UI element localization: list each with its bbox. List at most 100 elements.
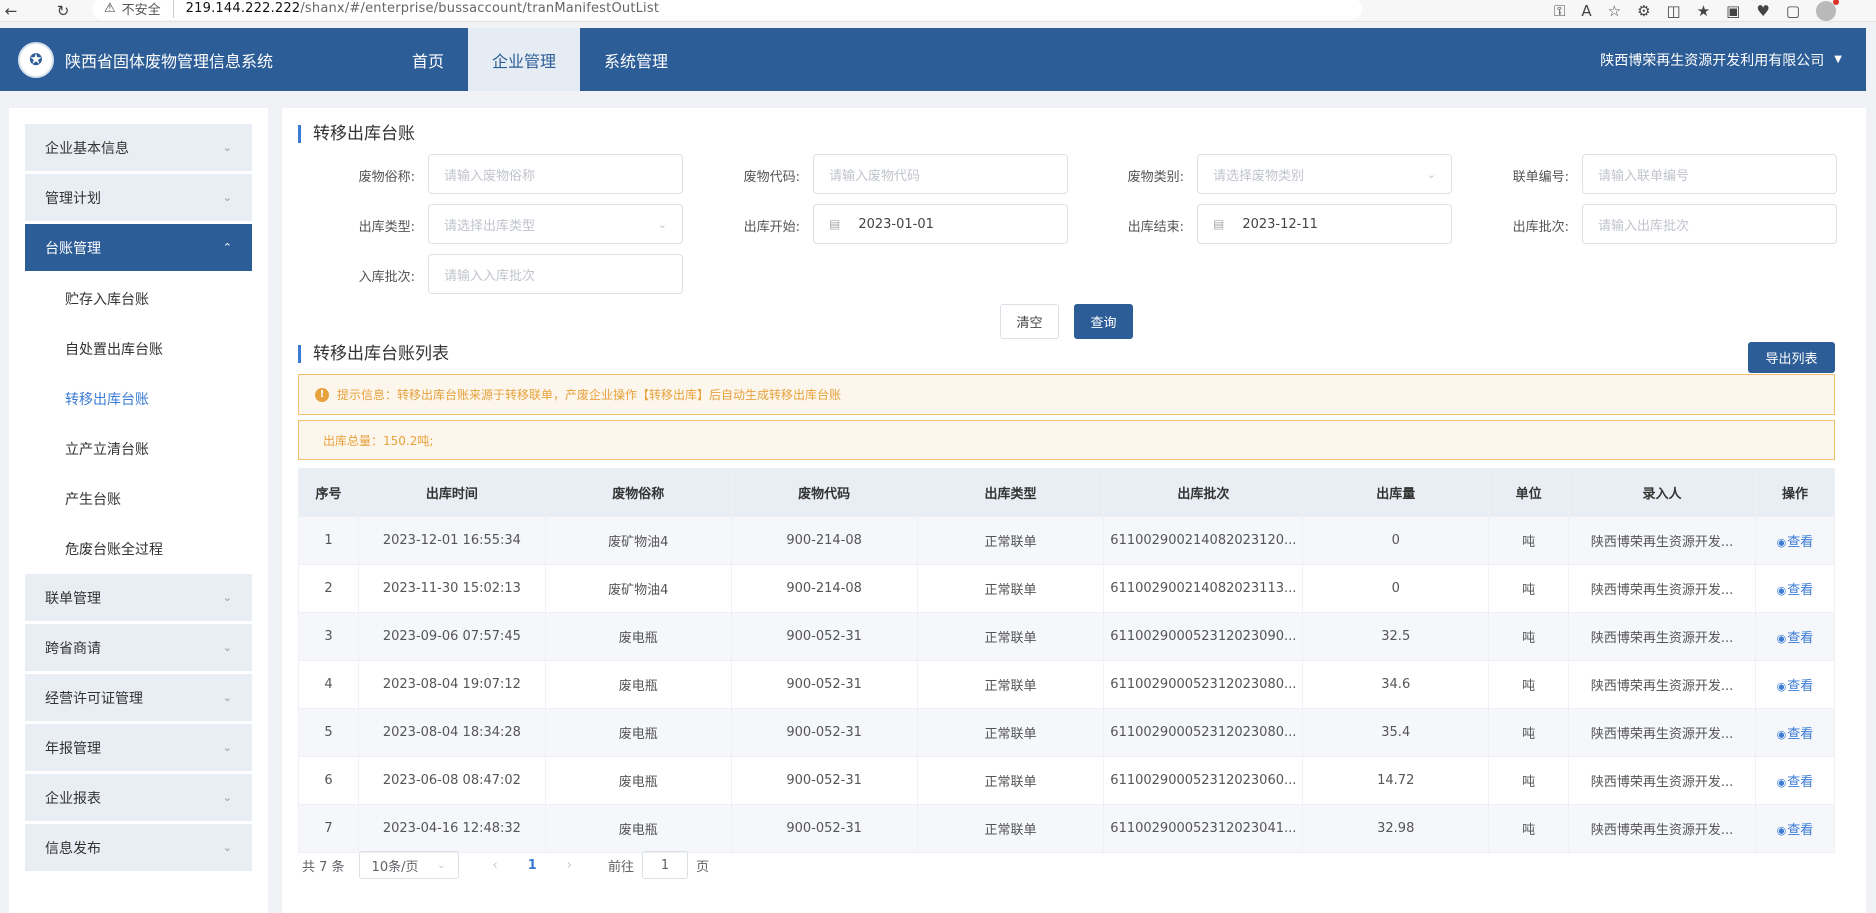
cell-index: 3: [298, 612, 359, 661]
cell-out-type: 正常联单: [916, 516, 1105, 565]
calendar-icon: ▤: [829, 217, 841, 231]
cell-entered-by: 陕西博荣再生资源开发...: [1568, 756, 1756, 805]
view-link[interactable]: ◉查看: [1777, 775, 1814, 790]
cell-out-time: 2023-04-16 12:48:32: [357, 804, 546, 853]
cell-out-amount: 14.72: [1302, 756, 1490, 805]
current-page[interactable]: 1: [528, 858, 537, 873]
sidebar-item-annual-report[interactable]: 年报管理 ⌄: [25, 724, 252, 771]
sidebar-subitem-self-disposal-out[interactable]: 自处置出库台账: [25, 324, 252, 374]
sidebar-item-label: 跨省商请: [45, 640, 101, 657]
cell-out-amount: 0: [1302, 564, 1490, 613]
export-button[interactable]: 导出列表: [1748, 342, 1835, 373]
nav-tab-home[interactable]: 首页: [388, 28, 468, 91]
sidebar-item-ledger[interactable]: 台账管理 ⌃: [25, 224, 252, 271]
sidebar-subitem-storage-in[interactable]: 贮存入库台账: [25, 274, 252, 324]
cell-waste-code: 900-052-31: [730, 708, 918, 757]
out-type-select[interactable]: 请选择出库类型 ⌄: [428, 204, 683, 244]
profile-avatar[interactable]: [1816, 0, 1839, 21]
url-host: 219.144.222.222: [185, 1, 301, 16]
out-start-value: 2023-01-01: [858, 216, 934, 232]
sidebar-item-enterprise-info[interactable]: 企业基本信息 ⌄: [25, 124, 252, 171]
waste-type-placeholder: 请选择废物类别: [1213, 168, 1305, 184]
view-link[interactable]: ◉查看: [1777, 583, 1814, 598]
view-link[interactable]: ◉查看: [1777, 679, 1814, 694]
in-batch-label: 入库批次:: [358, 270, 415, 285]
cell-entered-by: 陕西博荣再生资源开发...: [1568, 612, 1756, 661]
back-icon[interactable]: ←: [0, 1, 22, 21]
tip-text: 提示信息：转移出库台账来源于转移联单，产废企业操作【转移出库】后自动生成转移出库…: [337, 388, 842, 402]
sidebar-item-label: 企业基本信息: [45, 140, 129, 157]
sidebar-subitem-full-process[interactable]: 危废台账全过程: [25, 524, 252, 574]
address-bar[interactable]: ⚠ 不安全 219.144.222.222/shanx/#/enterprise…: [92, 0, 1362, 20]
prev-page-icon[interactable]: ‹: [493, 858, 498, 873]
manifest-no-input[interactable]: 请输入联单编号: [1582, 154, 1837, 194]
cell-waste-code: 900-052-31: [730, 756, 918, 805]
sidebar-subitem-produce-clear[interactable]: 立产立清台账: [25, 424, 252, 474]
read-aloud-icon[interactable]: A: [1581, 2, 1591, 20]
cell-waste-name: 废电瓶: [544, 804, 732, 853]
cell-waste-code: 900-214-08: [730, 516, 918, 565]
sidebar-subitem-generation[interactable]: 产生台账: [25, 474, 252, 524]
waste-code-label: 废物代码:: [743, 170, 800, 185]
sidebar-toggle-icon[interactable]: ▢: [1786, 2, 1800, 20]
favorites-icon[interactable]: ★: [1697, 2, 1710, 20]
page-suffix: 页: [696, 859, 710, 875]
sidebar-subitem-transfer-out[interactable]: 转移出库台账: [25, 374, 252, 424]
collections-icon[interactable]: ▣: [1726, 2, 1740, 20]
eye-icon: ◉: [1776, 584, 1787, 597]
in-batch-input[interactable]: 请输入入库批次: [428, 254, 683, 294]
sidebar-item-enterprise-report[interactable]: 企业报表 ⌄: [25, 774, 252, 821]
col-out-time: 出库时间: [357, 468, 546, 517]
cell-index: 7: [298, 804, 359, 853]
sidebar-item-label: 联单管理: [45, 590, 101, 607]
cell-waste-name: 废电瓶: [544, 612, 732, 661]
clear-button[interactable]: 清空: [1000, 304, 1059, 339]
nav-tab-system[interactable]: 系统管理: [580, 28, 692, 91]
view-link[interactable]: ◉查看: [1777, 823, 1814, 838]
cell-index: 1: [298, 516, 359, 565]
sidebar-item-manifest[interactable]: 联单管理 ⌄: [25, 574, 252, 621]
key-icon[interactable]: ⚿: [1554, 2, 1565, 20]
tip-alert: ! 提示信息：转移出库台账来源于转移联单，产废企业操作【转移出库】后自动生成转移…: [298, 374, 1835, 415]
cell-out-amount: 34.6: [1302, 660, 1490, 709]
out-batch-input[interactable]: 请输入出库批次: [1582, 204, 1837, 244]
sidebar-item-label: 经营许可证管理: [45, 690, 143, 707]
chevron-down-icon: ⌄: [657, 217, 667, 231]
view-link[interactable]: ◉查看: [1777, 727, 1814, 742]
reload-icon[interactable]: ↻: [52, 1, 74, 21]
goto-page-input[interactable]: 1: [642, 851, 689, 879]
cell-out-time: 2023-06-08 08:47:02: [357, 756, 546, 805]
browser-essentials-icon[interactable]: ♥: [1756, 2, 1769, 20]
cell-waste-name: 废电瓶: [544, 708, 732, 757]
eye-icon: ◉: [1776, 680, 1787, 693]
cell-out-batch: 61100290021408202312​0...: [1103, 516, 1304, 565]
sidebar-item-cross-province[interactable]: 跨省商请 ⌄: [25, 624, 252, 671]
waste-type-label: 废物类别:: [1127, 170, 1184, 185]
split-screen-icon[interactable]: ◫: [1667, 2, 1681, 20]
favorite-star-icon[interactable]: ☆: [1608, 2, 1621, 20]
table-row: 5 2023-08-04 18:34:28 废电瓶 900-052-31 正常联…: [298, 708, 1836, 757]
extensions-icon[interactable]: ⚙: [1637, 2, 1650, 20]
cell-unit: 吨: [1488, 612, 1570, 661]
chevron-down-icon: ⌄: [437, 859, 446, 871]
waste-name-input[interactable]: 请输入废物俗称: [428, 154, 683, 194]
view-link[interactable]: ◉查看: [1777, 535, 1814, 550]
cell-waste-name: 废电瓶: [544, 660, 732, 709]
waste-type-select[interactable]: 请选择废物类别 ⌄: [1197, 154, 1452, 194]
table-row: 3 2023-09-06 07:57:45 废电瓶 900-052-31 正常联…: [298, 612, 1836, 661]
sidebar-item-license[interactable]: 经营许可证管理 ⌄: [25, 674, 252, 721]
query-button[interactable]: 查询: [1074, 304, 1133, 339]
waste-code-input[interactable]: 请输入废物代码: [813, 154, 1068, 194]
sidebar-item-management-plan[interactable]: 管理计划 ⌄: [25, 174, 252, 221]
nav-tab-enterprise[interactable]: 企业管理: [468, 28, 581, 91]
next-page-icon[interactable]: ›: [567, 858, 572, 873]
sidebar-item-info-publish[interactable]: 信息发布 ⌄: [25, 824, 252, 871]
company-dropdown[interactable]: 陕西博荣再生资源开发利用有限公司 ▼: [1600, 50, 1842, 70]
page-size-value: 10条/页: [371, 859, 419, 875]
out-end-date[interactable]: ▤ 2023-12-11: [1197, 204, 1452, 244]
out-start-date[interactable]: ▤ 2023-01-01: [813, 204, 1068, 244]
page-size-select[interactable]: 10条/页 ⌄: [358, 851, 459, 879]
cell-out-amount: 0: [1302, 516, 1490, 565]
view-link[interactable]: ◉查看: [1777, 631, 1814, 646]
cell-index: 5: [298, 708, 359, 757]
